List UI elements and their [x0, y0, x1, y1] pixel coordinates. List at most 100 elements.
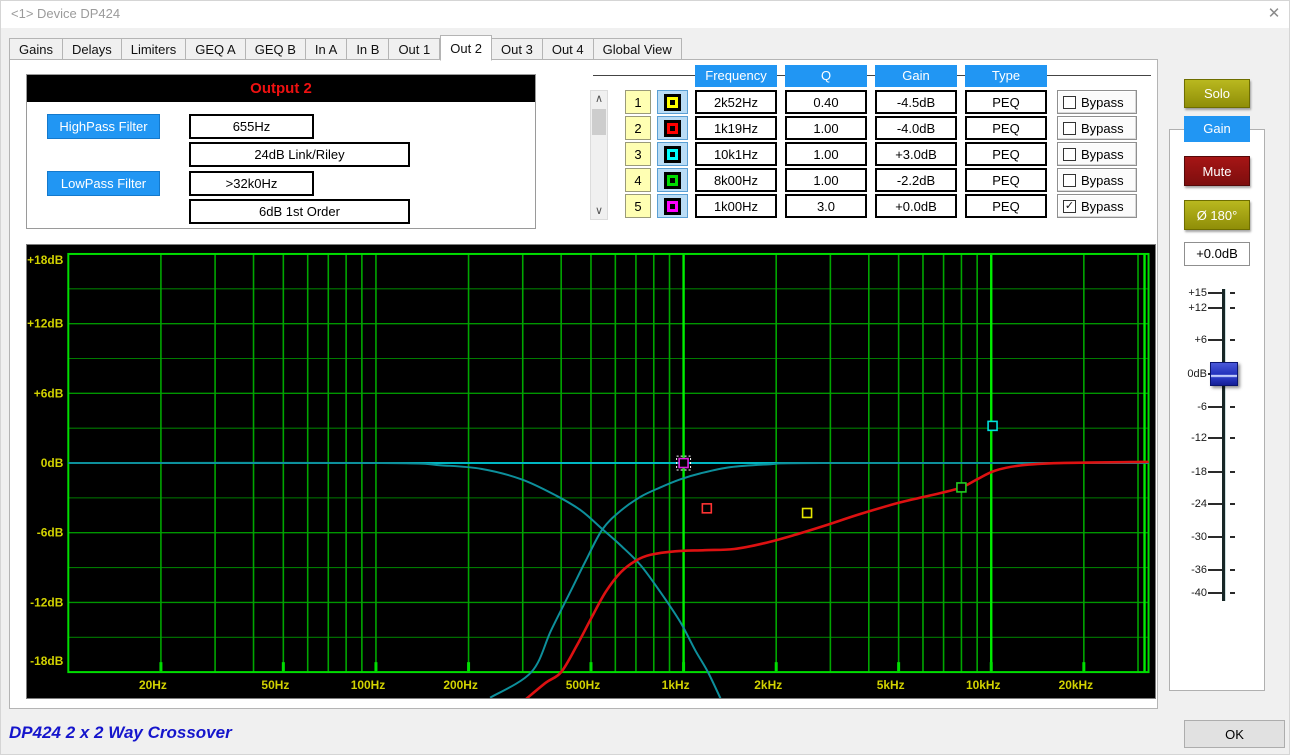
peq-color-swatch-yellow[interactable] — [657, 90, 688, 114]
phase-180-button[interactable]: Ø 180° — [1184, 200, 1250, 230]
checkbox-unchecked-icon[interactable] — [1063, 122, 1076, 135]
gain-fader-track[interactable] — [1222, 289, 1226, 601]
peq-frequency-field[interactable]: 10k1Hz — [695, 142, 777, 166]
peq-marker-band-5[interactable] — [679, 459, 688, 468]
checkbox-unchecked-icon[interactable] — [1063, 174, 1076, 187]
peq-band-number-1[interactable]: 1 — [625, 90, 651, 114]
peq-marker-band-1[interactable] — [803, 509, 812, 518]
close-icon[interactable]: ✕ — [1261, 3, 1287, 25]
solo-button[interactable]: Solo — [1184, 79, 1250, 108]
bypass-button-band-4[interactable]: Bypass — [1057, 168, 1137, 192]
peq-frequency-field[interactable]: 1k00Hz — [695, 194, 777, 218]
tab-geq-b[interactable]: GEQ B — [246, 38, 306, 60]
peq-band-number-2[interactable]: 2 — [625, 116, 651, 140]
peq-frequency-field[interactable]: 1k19Hz — [695, 116, 777, 140]
frequency-response-chart[interactable]: +18dB+12dB+6dB0dB-6dB-12dB-18dB20Hz50Hz1… — [26, 244, 1156, 699]
peq-marker-band-2[interactable] — [702, 504, 711, 513]
fader-tick-right — [1230, 292, 1235, 294]
fader-tick-left — [1208, 339, 1222, 341]
x-axis-label: 200Hz — [443, 678, 478, 692]
gain-fader-handle[interactable] — [1210, 362, 1238, 386]
peq-gain-field[interactable]: +3.0dB — [875, 142, 957, 166]
peq-scrollbar[interactable]: ∧ ∨ — [590, 90, 608, 220]
peq-q-field[interactable]: 1.00 — [785, 142, 867, 166]
peq-marker-band-4[interactable] — [957, 483, 966, 492]
tab-out-2[interactable]: Out 2 — [440, 35, 492, 61]
bypass-button-band-1[interactable]: Bypass — [1057, 90, 1137, 114]
scroll-up-icon[interactable]: ∧ — [591, 91, 607, 107]
peq-gain-field[interactable]: -4.5dB — [875, 90, 957, 114]
bypass-label: Bypass — [1081, 173, 1124, 188]
tab-geq-a[interactable]: GEQ A — [186, 38, 245, 60]
highpass-filter-button[interactable]: HighPass Filter — [47, 114, 160, 139]
ok-button[interactable]: OK — [1184, 720, 1285, 748]
checkbox-checked-icon[interactable]: ✓ — [1063, 200, 1076, 213]
bypass-button-band-5[interactable]: ✓ Bypass — [1057, 194, 1137, 218]
peq-color-swatch-cyan[interactable] — [657, 142, 688, 166]
peq-marker-band-3[interactable] — [988, 421, 997, 430]
axis-tick — [990, 662, 993, 671]
bypass-button-band-3[interactable]: Bypass — [1057, 142, 1137, 166]
output-filter-panel: Output 2 HighPass Filter 655Hz 24dB Link… — [26, 74, 536, 229]
tab-in-a[interactable]: In A — [306, 38, 347, 60]
peq-column-header-frequency: Frequency — [695, 65, 777, 87]
highpass-frequency-field[interactable]: 655Hz — [189, 114, 314, 139]
fader-tick-left — [1208, 592, 1222, 594]
tab-out-3[interactable]: Out 3 — [492, 38, 543, 60]
peq-type-field[interactable]: PEQ — [965, 90, 1047, 114]
peq-band-number-4[interactable]: 4 — [625, 168, 651, 192]
peq-column-header-q: Q — [785, 65, 867, 87]
tab-out-1[interactable]: Out 1 — [389, 38, 440, 60]
y-axis-label: -12dB — [30, 595, 64, 609]
fader-scale-label: +15 — [1173, 287, 1207, 299]
fader-scale-label: +12 — [1173, 302, 1207, 314]
lowpass-filter-button[interactable]: LowPass Filter — [47, 171, 160, 196]
lowpass-slope-field[interactable]: 6dB 1st Order — [189, 199, 410, 224]
peq-color-swatch-red[interactable] — [657, 116, 688, 140]
peq-gain-field[interactable]: -4.0dB — [875, 116, 957, 140]
x-axis-label: 20kHz — [1059, 678, 1094, 692]
fader-tick-right — [1230, 536, 1235, 538]
scroll-down-icon[interactable]: ∨ — [591, 203, 607, 219]
peq-type-field[interactable]: PEQ — [965, 142, 1047, 166]
gain-value-field[interactable]: +0.0dB — [1184, 242, 1250, 266]
peq-type-field[interactable]: PEQ — [965, 116, 1047, 140]
peq-q-field[interactable]: 1.00 — [785, 116, 867, 140]
tab-limiters[interactable]: Limiters — [122, 38, 187, 60]
peq-q-field[interactable]: 0.40 — [785, 90, 867, 114]
fader-tick-right — [1230, 592, 1235, 594]
mute-button[interactable]: Mute — [1184, 156, 1250, 186]
device-window: <1> Device DP424 ✕ GainsDelaysLimitersGE… — [0, 0, 1290, 755]
peq-band-number-3[interactable]: 3 — [625, 142, 651, 166]
x-axis-label: 100Hz — [351, 678, 386, 692]
peq-gain-field[interactable]: -2.2dB — [875, 168, 957, 192]
peq-color-swatch-magenta[interactable] — [657, 194, 688, 218]
highpass-slope-field[interactable]: 24dB Link/Riley — [189, 142, 410, 167]
peq-gain-field[interactable]: +0.0dB — [875, 194, 957, 218]
tab-out-4[interactable]: Out 4 — [543, 38, 594, 60]
fader-scale-label: -40 — [1173, 587, 1207, 599]
tab-gains[interactable]: Gains — [9, 38, 63, 60]
peq-band-number-5[interactable]: 5 — [625, 194, 651, 218]
fader-scale-label: -6 — [1173, 401, 1207, 413]
lowpass-frequency-field[interactable]: >32k0Hz — [189, 171, 314, 196]
fader-scale-label: -36 — [1173, 564, 1207, 576]
scrollbar-thumb[interactable] — [592, 109, 606, 135]
fader-tick-right — [1230, 307, 1235, 309]
y-axis-label: -18dB — [30, 654, 64, 668]
peq-frequency-field[interactable]: 8k00Hz — [695, 168, 777, 192]
peq-type-field[interactable]: PEQ — [965, 194, 1047, 218]
tab-delays[interactable]: Delays — [63, 38, 122, 60]
bypass-label: Bypass — [1081, 199, 1124, 214]
bypass-button-band-2[interactable]: Bypass — [1057, 116, 1137, 140]
peq-q-field[interactable]: 3.0 — [785, 194, 867, 218]
checkbox-unchecked-icon[interactable] — [1063, 96, 1076, 109]
tab-global-view[interactable]: Global View — [594, 38, 682, 60]
peq-color-swatch-green[interactable] — [657, 168, 688, 192]
tab-in-b[interactable]: In B — [347, 38, 389, 60]
checkbox-unchecked-icon[interactable] — [1063, 148, 1076, 161]
y-axis-label: +18dB — [27, 253, 64, 267]
peq-type-field[interactable]: PEQ — [965, 168, 1047, 192]
peq-q-field[interactable]: 1.00 — [785, 168, 867, 192]
peq-frequency-field[interactable]: 2k52Hz — [695, 90, 777, 114]
